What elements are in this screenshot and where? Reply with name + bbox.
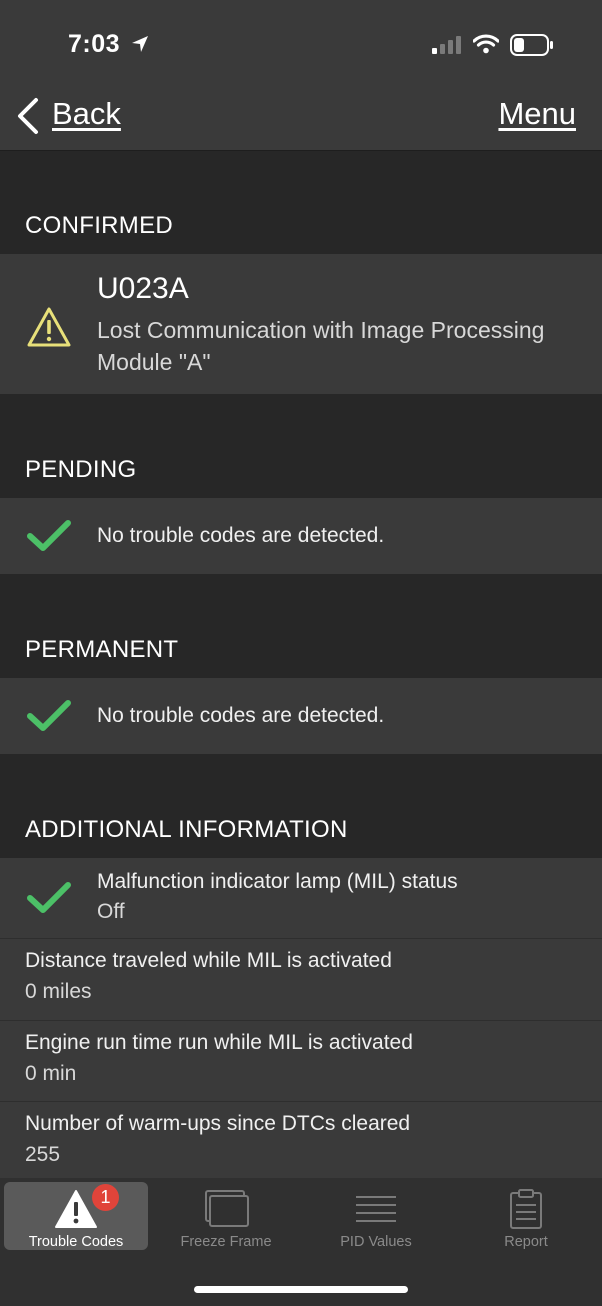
tab-trouble-codes[interactable]: 1 Trouble Codes [4, 1182, 148, 1250]
checkmark-icon [27, 882, 71, 913]
trouble-code-description: Lost Communication with Image Processing… [97, 317, 545, 375]
permanent-message: No trouble codes are detected. [97, 704, 385, 727]
tab-bar: 1 Trouble Codes Freeze Frame PID Values … [0, 1178, 602, 1306]
warmups-row: Number of warm-ups since DTCs cleared 25… [0, 1102, 602, 1178]
distance-row: Distance traveled while MIL is activated… [0, 939, 602, 1020]
pending-message: No trouble codes are detected. [97, 524, 385, 547]
mil-status-label: Malfunction indicator lamp (MIL) status [97, 870, 458, 893]
tab-label: PID Values [340, 1234, 412, 1250]
wifi-icon [473, 34, 499, 54]
distance-value: 0 miles [25, 980, 92, 1003]
tab-pid-values[interactable]: PID Values [304, 1182, 448, 1250]
battery-icon [510, 34, 553, 56]
distance-label: Distance traveled while MIL is activated [25, 949, 392, 972]
cellular-signal-icon [432, 36, 461, 54]
freeze-frame-icon [205, 1190, 249, 1227]
mil-status-value: Off [97, 900, 125, 923]
status-bar: 7:03 [0, 0, 602, 88]
permanent-status-row: No trouble codes are detected. [0, 678, 602, 754]
home-indicator[interactable] [194, 1286, 408, 1293]
trouble-codes-badge: 1 [92, 1184, 119, 1211]
tab-label: Report [504, 1234, 548, 1250]
section-header-pending: PENDING [0, 444, 602, 484]
section-title: PERMANENT [25, 636, 179, 663]
back-chevron-icon[interactable] [14, 96, 42, 136]
navigation-bar: Back Menu [0, 88, 602, 151]
checkmark-icon [27, 700, 71, 731]
warning-icon [27, 307, 71, 347]
trouble-code: U023A [97, 272, 189, 305]
engine-runtime-value: 0 min [25, 1062, 77, 1085]
engine-runtime-row: Engine run time run while MIL is activat… [0, 1021, 602, 1101]
section-title: ADDITIONAL INFORMATION [25, 816, 348, 843]
trouble-code-row[interactable]: U023A Lost Communication with Image Proc… [0, 254, 602, 394]
tab-label: Freeze Frame [180, 1234, 272, 1250]
status-time: 7:03 [68, 30, 121, 58]
section-header-confirmed: CONFIRMED [0, 200, 602, 240]
mil-status-row: Malfunction indicator lamp (MIL) status … [0, 858, 602, 938]
location-arrow-icon [132, 36, 148, 52]
tab-freeze-frame[interactable]: Freeze Frame [154, 1182, 298, 1250]
section-header-additional-information: ADDITIONAL INFORMATION [0, 804, 602, 844]
checkmark-icon [27, 520, 71, 551]
back-button[interactable]: Back [52, 96, 121, 132]
engine-runtime-label: Engine run time run while MIL is activat… [25, 1031, 413, 1054]
clipboard-icon [510, 1189, 542, 1229]
tab-report[interactable]: Report [454, 1182, 598, 1250]
section-title: PENDING [25, 456, 137, 483]
tab-label: Trouble Codes [28, 1234, 124, 1250]
section-title: CONFIRMED [25, 212, 174, 239]
warmups-label: Number of warm-ups since DTCs cleared [25, 1112, 411, 1135]
section-header-permanent: PERMANENT [0, 624, 602, 664]
menu-button[interactable]: Menu [498, 96, 576, 132]
warmups-value: 255 [25, 1143, 61, 1166]
list-icon [356, 1196, 396, 1222]
pending-status-row: No trouble codes are detected. [0, 498, 602, 574]
